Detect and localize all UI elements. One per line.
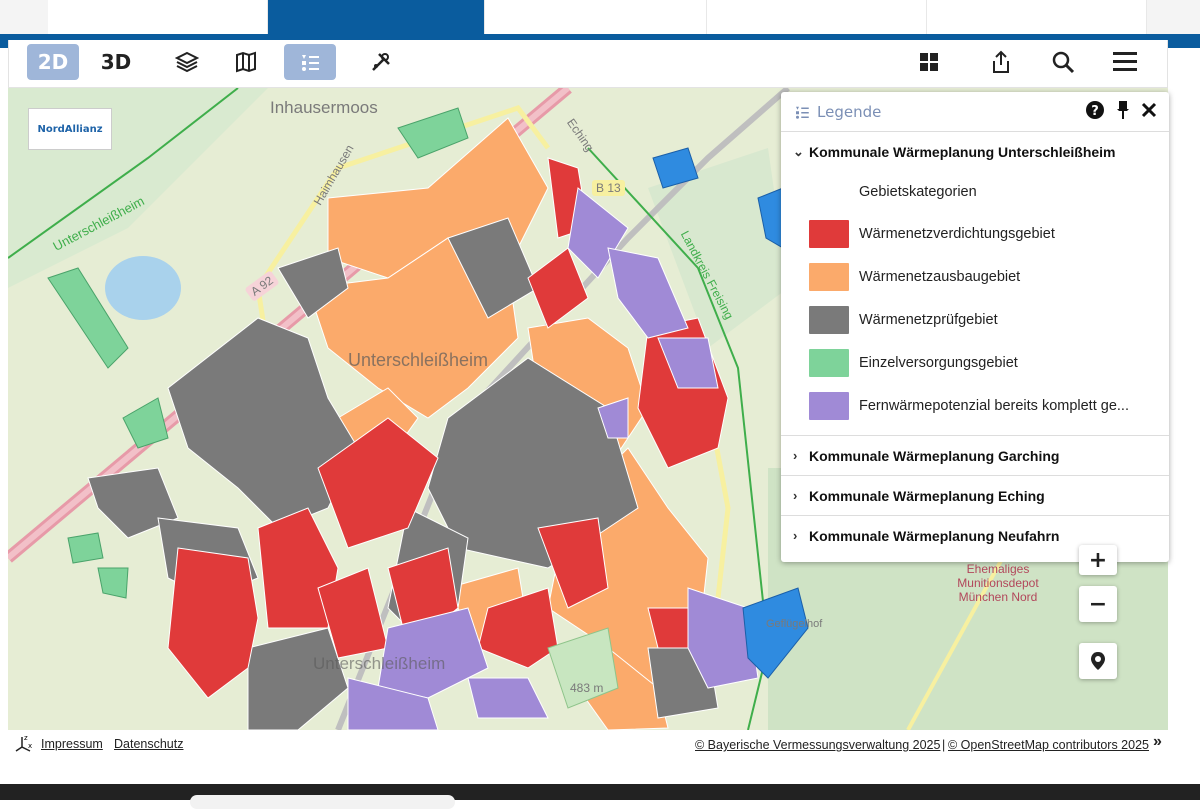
legend-item-label: Fernwärmepotenzial bereits komplett ge..… [859,397,1129,414]
legend-item: Einzelversorgungsgebiet [781,341,1169,384]
location-pin-icon [1091,652,1105,670]
legend-group-label: Kommunale Wärmeplanung Eching [809,487,1045,504]
expand-attribution-button[interactable]: » [1153,733,1162,751]
menu-button[interactable] [1105,44,1145,80]
legend-swatch-grey [809,305,849,334]
legend-title: Legende [817,102,882,121]
chevron-right-icon: › [793,528,798,543]
locate-button[interactable] [1079,643,1117,679]
tools-icon [372,53,390,71]
top-tab[interactable] [707,0,927,34]
legend-item: Wärmenetzprüfgebiet [781,298,1169,341]
zoom-out-button[interactable]: − [1079,586,1117,622]
share-icon [993,50,1009,73]
search-icon [1052,51,1075,74]
svg-text:z: z [24,734,28,742]
share-button[interactable] [981,44,1021,80]
legend-subheading-label: Gebietskategorien [859,184,977,200]
legend-icon [302,55,319,71]
catalog-button[interactable] [224,44,268,80]
legend-item: Wärmenetzverdichtungsgebiet [781,212,1169,255]
top-tab[interactable] [48,0,268,34]
nordallianz-logo: NordAllianz [28,108,112,150]
3d-button[interactable]: 3D [91,44,141,80]
os-taskbar [0,784,1200,800]
lake [105,256,181,320]
close-icon[interactable] [1141,102,1157,118]
legend-item-label: Wärmenetzausbaugebiet [859,268,1021,285]
chevron-right-icon: › [793,448,798,463]
legend-group-unterschleissheim[interactable]: ⌄ Kommunale Wärmeplanung Unterschleißhei… [781,132,1169,172]
map-label: Ehemaliges Munitionsdepot München Nord [957,562,1039,604]
legend-swatch-red [809,219,849,248]
attribution-osm-link[interactable]: © OpenStreetMap contributors 2025 [948,738,1149,752]
legend-item-label: Einzelversorgungsgebiet [859,354,1018,371]
map-label: Unterschleißheim [313,654,446,673]
map-label: B 13 [592,180,625,196]
map-label: Inhausermoos [270,98,378,117]
svg-text:x: x [28,742,32,750]
legend-group-eching[interactable]: › Kommunale Wärmeplanung Eching [781,475,1169,515]
legend-item: Wärmenetzausbaugebiet [781,255,1169,298]
swatch-spacer [809,178,849,206]
legend-group-label: Kommunale Wärmeplanung Unterschleißheim [809,144,1116,160]
2d-button[interactable]: 2D [27,44,79,80]
taskbar-pill [190,795,455,809]
chevron-right-icon: › [793,488,798,503]
legend-icon [796,106,809,119]
map-label: 483 m [570,681,604,695]
legend-item: Fernwärmepotenzial bereits komplett ge..… [781,384,1169,427]
chevron-down-icon: ⌄ [793,144,804,159]
axes-icon: zx [15,734,32,752]
layers-icon [175,51,199,73]
legend-group-label: Kommunale Wärmeplanung Neufahrn [809,527,1060,544]
map-footer: zx Impressum Datenschutz © Bayerische Ve… [8,730,1168,756]
zoom-in-button[interactable]: + [1079,545,1117,575]
map-toolbar: 2D 3D [8,40,1168,88]
legend-swatch-green [809,348,849,377]
layers-button[interactable] [165,44,209,80]
legend-button[interactable] [284,44,336,80]
datenschutz-link[interactable]: Datenschutz [114,737,183,751]
pin-icon[interactable] [1115,100,1131,120]
impressum-link[interactable]: Impressum [41,737,103,751]
legend-group-label: Kommunale Wärmeplanung Garching [809,447,1060,464]
svg-text:?: ? [1091,104,1099,119]
legend-header: Legende ? [781,92,1169,132]
legend-swatch-orange [809,262,849,291]
top-tab[interactable] [927,0,1147,34]
legend-panel: Legende ? ⌄ Kommunale Wärmeplanung Unter… [781,92,1169,562]
map-label: Geflügelhof [766,618,823,630]
legend-group-garching[interactable]: › Kommunale Wärmeplanung Garching [781,435,1169,475]
legend-item-label: Wärmenetzprüfgebiet [859,311,998,328]
tools-button[interactable] [359,44,403,80]
attribution-separator: | [942,738,946,752]
map-catalog-icon [236,51,256,73]
top-tab[interactable] [485,0,707,34]
attribution-bvv-link[interactable]: © Bayerische Vermessungsverwaltung 2025 [695,738,940,752]
apps-button[interactable] [909,44,949,80]
map-label: Unterschleißheim [348,350,489,370]
legend-subheading: Gebietskategorien [781,172,1169,212]
hamburger-icon [1113,52,1137,71]
top-tab-active[interactable] [268,0,485,34]
help-icon[interactable]: ? [1085,100,1105,120]
legend-item-label: Wärmenetzverdichtungsgebiet [859,225,1055,242]
legend-swatch-purple [809,391,849,420]
search-button[interactable] [1043,44,1083,80]
grid-icon [920,53,938,71]
